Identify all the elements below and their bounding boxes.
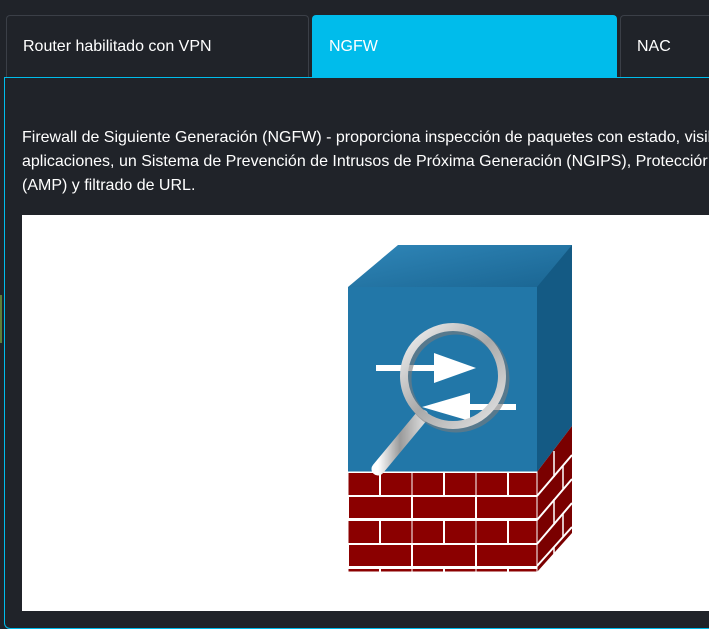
scroll-indicator (0, 295, 2, 343)
ngfw-description: Firewall de Siguiente Generación (NGFW) … (22, 126, 709, 198)
tab-ngfw[interactable]: NGFW (312, 15, 617, 78)
tab-label: NGFW (329, 38, 378, 55)
tab-bar: Router habilitado con VPN NGFW NAC (0, 0, 709, 78)
description-line-3: (AMP) y filtrado de URL. (22, 177, 196, 194)
tab-router-vpn[interactable]: Router habilitado con VPN (6, 15, 309, 78)
tab-nac[interactable]: NAC (620, 15, 709, 78)
ngfw-image-container (22, 215, 709, 611)
ngfw-firewall-icon (347, 245, 573, 573)
tab-label: NAC (637, 38, 671, 55)
description-line-1: Firewall de Siguiente Generación (NGFW) … (22, 129, 709, 146)
description-line-2: aplicaciones, un Sistema de Prevención d… (22, 153, 708, 170)
tab-label: Router habilitado con VPN (23, 38, 212, 55)
